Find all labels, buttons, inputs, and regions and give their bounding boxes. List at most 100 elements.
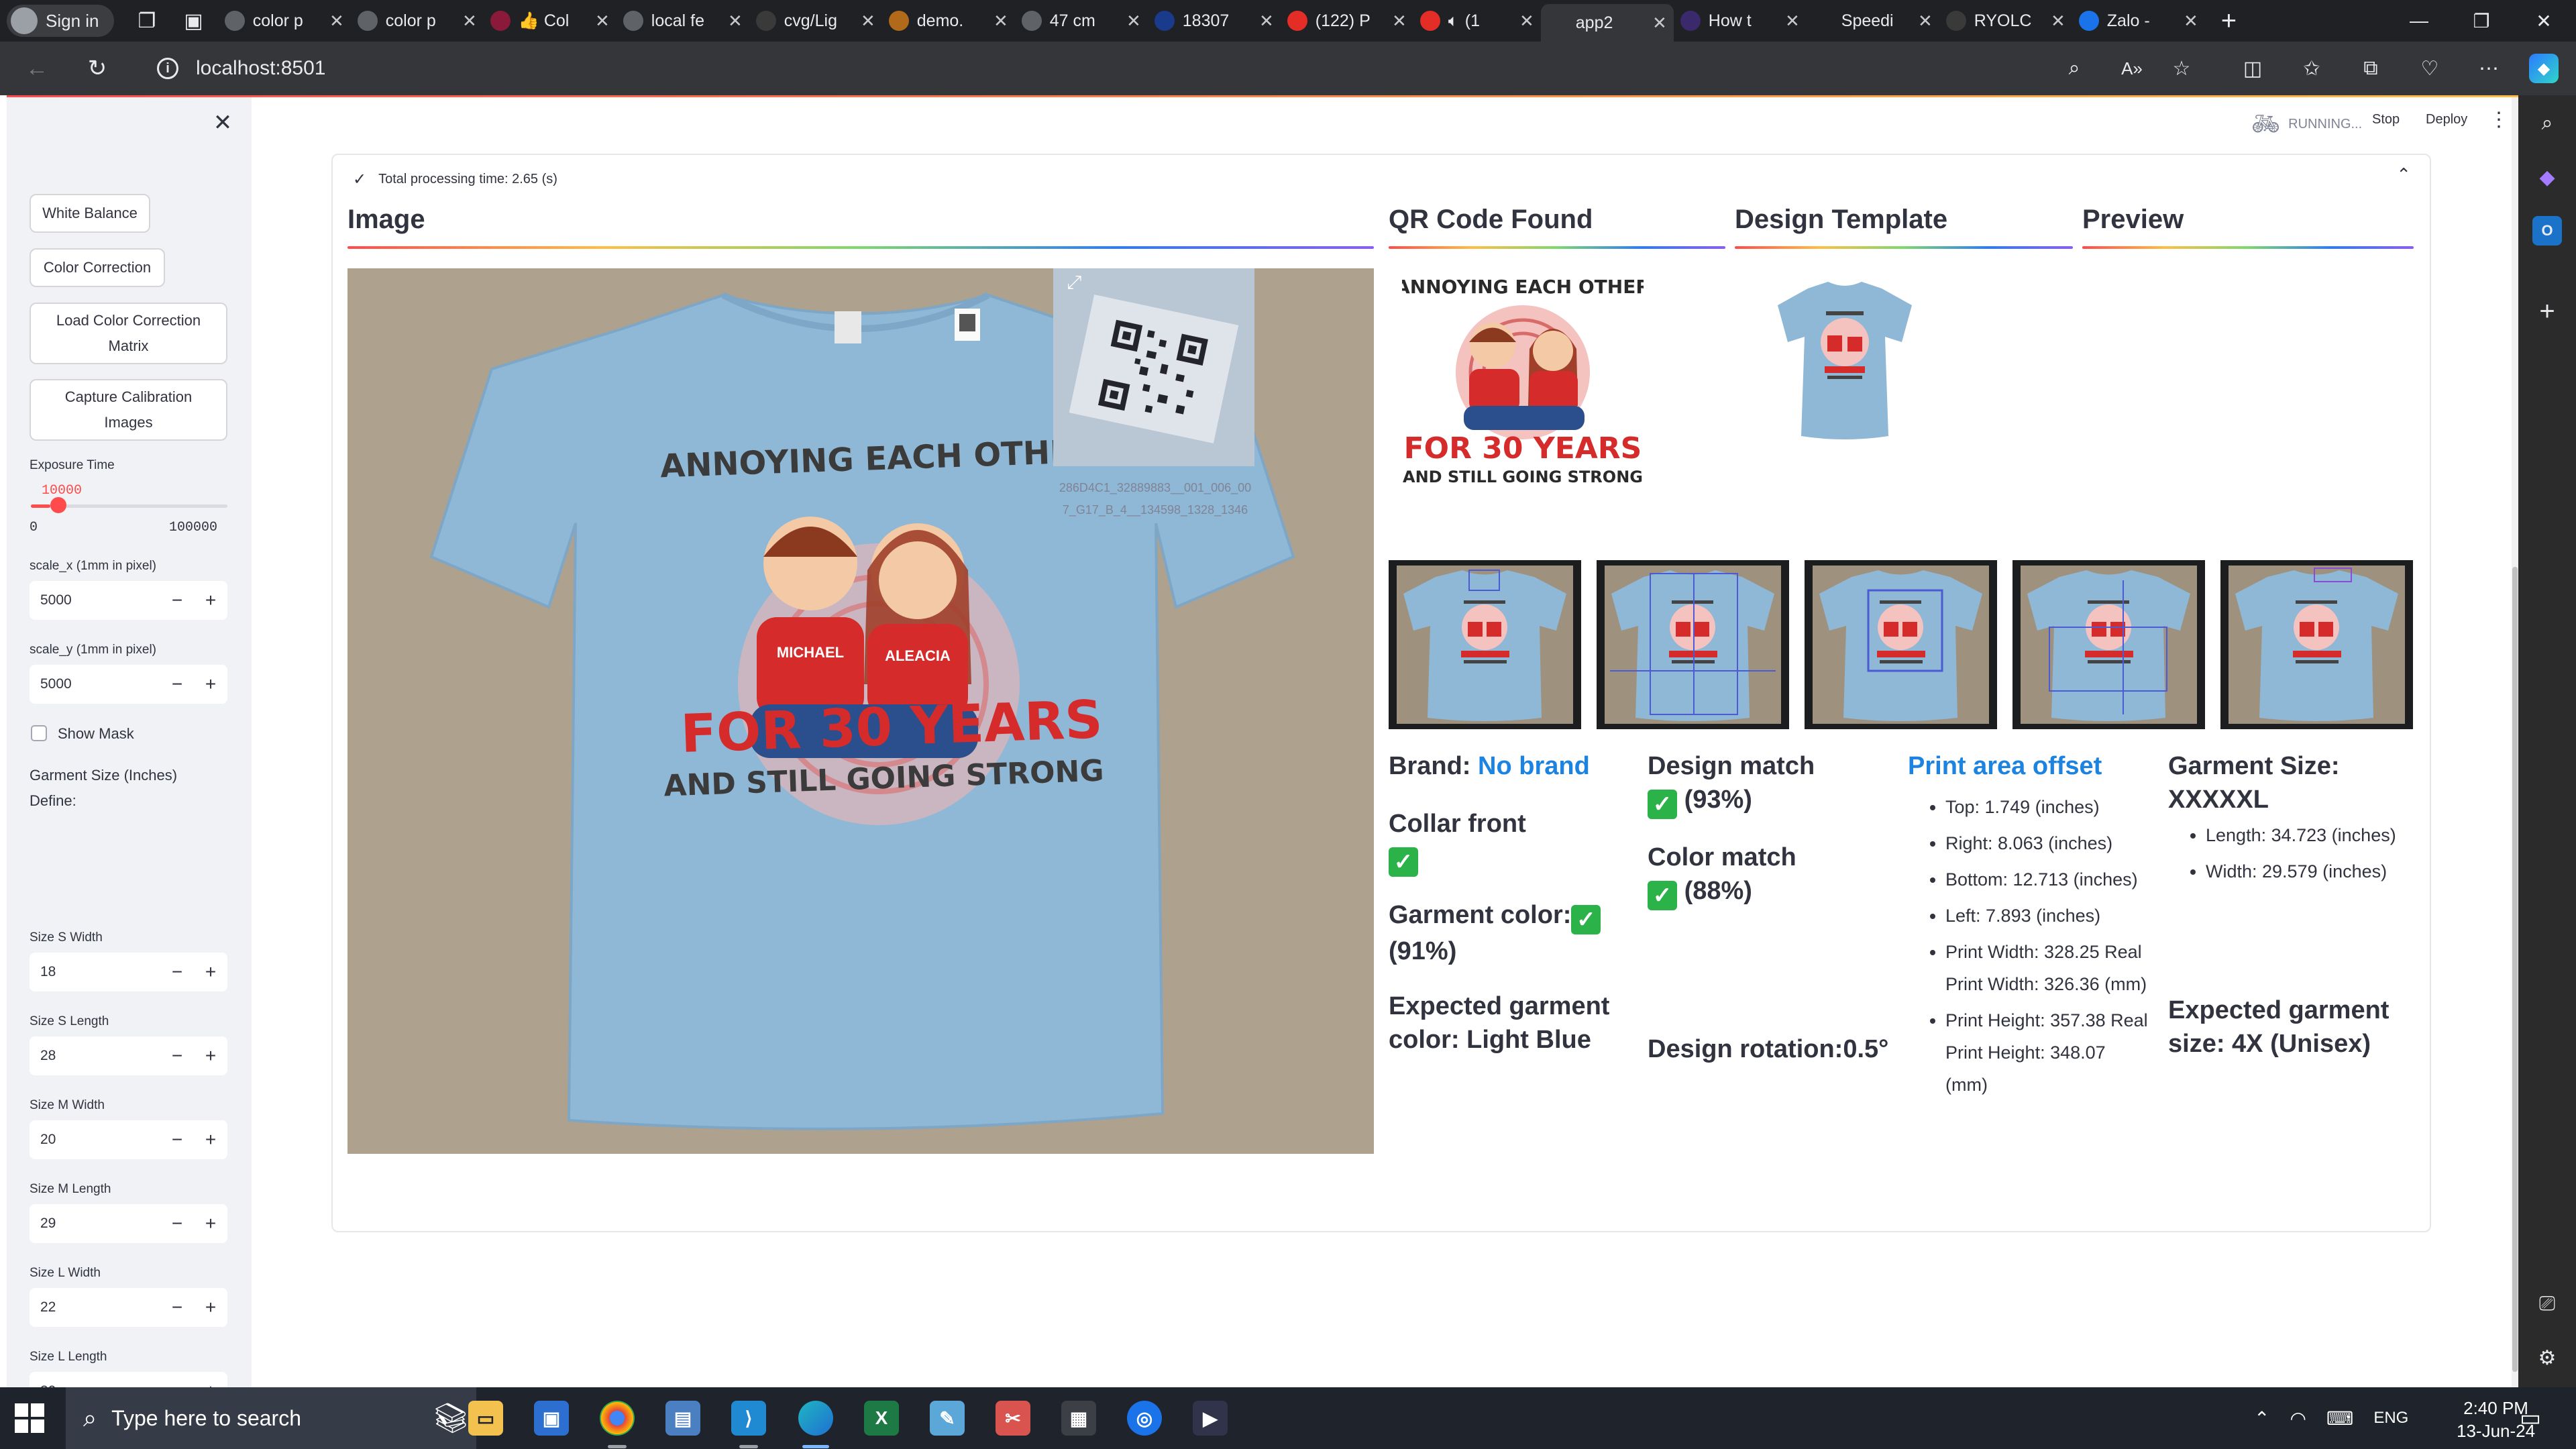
url-field[interactable]: i localhost:8501 bbox=[146, 48, 2145, 89]
size-number-input[interactable]: 30−+ bbox=[30, 1372, 227, 1387]
browser-tab[interactable]: local fe ✕ bbox=[616, 4, 749, 38]
tab-close-icon[interactable]: ✕ bbox=[1780, 11, 1800, 32]
zoom-icon[interactable]: ⌕ bbox=[2059, 54, 2089, 83]
color-correction-button[interactable]: Color Correction bbox=[30, 248, 165, 287]
size-number-input[interactable]: 28− + bbox=[30, 1036, 227, 1075]
browser-tab[interactable]: 👍 Col ✕ bbox=[484, 4, 616, 38]
favorites-icon[interactable]: ✩ bbox=[2297, 54, 2326, 83]
add-sidebar-app-icon[interactable]: + bbox=[2532, 297, 2562, 326]
tray-chevron-up-icon[interactable]: ⌃ bbox=[2254, 1407, 2269, 1430]
site-info-icon[interactable]: i bbox=[157, 58, 178, 79]
browser-tab[interactable]: app2 ✕ bbox=[1540, 4, 1674, 42]
back-icon[interactable]: ← bbox=[13, 45, 60, 92]
language-indicator[interactable]: ENG bbox=[2373, 1409, 2408, 1428]
size-decrement-button[interactable]: − bbox=[160, 953, 194, 991]
size-decrement-button[interactable]: − bbox=[160, 1372, 194, 1387]
zalo-icon[interactable]: ◎ bbox=[1127, 1401, 1162, 1436]
tab-close-icon[interactable]: ✕ bbox=[457, 11, 477, 32]
scale-x-value[interactable]: 5000 bbox=[30, 592, 160, 608]
size-number-value[interactable]: 29 bbox=[30, 1216, 160, 1232]
main-menu-icon[interactable]: ⋮ bbox=[2489, 108, 2509, 131]
tab-close-icon[interactable]: ✕ bbox=[2045, 11, 2065, 32]
browser-tab[interactable]: demo. ✕ bbox=[882, 4, 1015, 38]
browser-tab[interactable]: (122) P ✕ bbox=[1281, 4, 1413, 38]
browser-tab[interactable]: cvg/Lig ✕ bbox=[749, 4, 882, 38]
copilot-icon[interactable]: ◆ bbox=[2529, 54, 2559, 83]
browser-essentials-icon[interactable]: ♡ bbox=[2415, 54, 2445, 83]
exposure-slider-thumb[interactable] bbox=[50, 497, 67, 513]
scale-y-decrement-button[interactable]: − bbox=[160, 665, 194, 704]
size-decrement-button[interactable]: − bbox=[160, 1288, 194, 1327]
restore-icon[interactable]: ❐ bbox=[2452, 0, 2511, 42]
capture-calibration-images-button[interactable]: Capture Calibration Images bbox=[30, 379, 227, 441]
screenshot-icon[interactable]: ⎚ bbox=[2532, 1289, 2562, 1319]
size-increment-button[interactable]: + bbox=[194, 1204, 227, 1243]
size-number-input[interactable]: 18− + bbox=[30, 953, 227, 991]
show-mask-checkbox[interactable] bbox=[31, 725, 47, 741]
size-decrement-button[interactable]: − bbox=[160, 1120, 194, 1159]
collections-icon[interactable]: ⧉ bbox=[2356, 54, 2385, 83]
tab-close-icon[interactable]: ✕ bbox=[590, 11, 610, 32]
size-number-value[interactable]: 18 bbox=[30, 964, 160, 980]
store-icon[interactable]: ▣ bbox=[534, 1401, 569, 1436]
browser-tab[interactable]: color p ✕ bbox=[351, 4, 484, 38]
scale-x-input[interactable]: 5000 − + bbox=[30, 581, 227, 620]
speaker-icon[interactable]: 🔈︎ bbox=[1448, 11, 1458, 31]
page-scrollbar-thumb[interactable] bbox=[2512, 567, 2518, 1372]
browser-tab[interactable]: 🔈︎ (1 ✕ bbox=[1413, 4, 1541, 38]
scale-x-decrement-button[interactable]: − bbox=[160, 581, 194, 620]
browser-tab[interactable]: 18307 ✕ bbox=[1148, 4, 1281, 38]
snipping-tool-icon[interactable]: ✂ bbox=[996, 1401, 1030, 1436]
browser-tab[interactable]: Zalo - ✕ bbox=[2072, 4, 2205, 38]
sidebar-close-icon[interactable]: ✕ bbox=[208, 108, 237, 138]
scale-y-input[interactable]: 5000 − + bbox=[30, 665, 227, 704]
white-balance-button[interactable]: White Balance bbox=[30, 194, 150, 233]
profile-signin-button[interactable]: Sign in bbox=[7, 5, 114, 37]
more-menu-icon[interactable]: ⋯ bbox=[2474, 54, 2504, 83]
notepad-icon[interactable]: ✎ bbox=[930, 1401, 965, 1436]
tab-close-icon[interactable]: ✕ bbox=[324, 11, 344, 32]
terminal-icon[interactable]: ▶ bbox=[1193, 1401, 1228, 1436]
browser-tab[interactable]: How t ✕ bbox=[1674, 4, 1807, 38]
browser-tab[interactable]: color p ✕ bbox=[218, 4, 351, 38]
tab-close-icon[interactable]: ✕ bbox=[722, 11, 743, 32]
taskbar-search-box[interactable]: ⌕ Type here to search 📚︎ bbox=[66, 1387, 476, 1449]
tab-actions-icon[interactable]: ▣ bbox=[184, 9, 203, 33]
chevron-up-icon[interactable]: ⌃ bbox=[2396, 164, 2411, 185]
edge-icon[interactable] bbox=[798, 1401, 833, 1436]
tab-close-icon[interactable]: ✕ bbox=[1121, 11, 1141, 32]
load-color-correction-matrix-button[interactable]: Load Color Correction Matrix bbox=[30, 303, 227, 364]
tab-close-icon[interactable]: ✕ bbox=[1254, 11, 1274, 32]
search-icon[interactable]: ⌕ bbox=[2532, 109, 2562, 138]
size-number-input[interactable]: 29− + bbox=[30, 1204, 227, 1243]
deploy-button[interactable]: Deploy bbox=[2426, 112, 2467, 127]
size-number-input[interactable]: 22− + bbox=[30, 1288, 227, 1327]
scale-x-increment-button[interactable]: + bbox=[194, 581, 227, 620]
new-tab-icon[interactable]: + bbox=[2221, 6, 2237, 36]
page-scrollbar[interactable] bbox=[2512, 97, 2518, 1387]
favorite-star-icon[interactable]: ☆ bbox=[2167, 54, 2196, 83]
keyboard-icon[interactable]: ⌨ bbox=[2326, 1407, 2353, 1430]
size-increment-button[interactable]: + bbox=[194, 1372, 227, 1387]
reload-icon[interactable]: ↻ bbox=[74, 45, 121, 92]
tab-close-icon[interactable]: ✕ bbox=[1514, 11, 1534, 32]
size-increment-button[interactable]: + bbox=[194, 1120, 227, 1159]
notification-icon[interactable]: ▭ bbox=[2520, 1405, 2541, 1432]
tab-close-icon[interactable]: ✕ bbox=[988, 11, 1008, 32]
browser-tab[interactable]: RYOLC ✕ bbox=[1939, 4, 2072, 38]
sidebar-settings-icon[interactable]: ⚙ bbox=[2532, 1343, 2562, 1373]
size-decrement-button[interactable]: − bbox=[160, 1204, 194, 1243]
windows-start-icon[interactable] bbox=[15, 1403, 44, 1433]
tab-close-icon[interactable]: ✕ bbox=[2178, 11, 2198, 32]
browser-tab[interactable]: Speedi ✕ bbox=[1807, 4, 1939, 38]
excel-icon[interactable]: X bbox=[864, 1401, 899, 1436]
tab-close-icon[interactable]: ✕ bbox=[1913, 11, 1933, 32]
split-screen-icon[interactable]: ◫ bbox=[2238, 54, 2267, 83]
size-increment-button[interactable]: + bbox=[194, 953, 227, 991]
file-explorer-icon[interactable]: ▭ bbox=[468, 1401, 503, 1436]
tab-close-icon[interactable]: ✕ bbox=[1647, 13, 1667, 34]
size-number-value[interactable]: 28 bbox=[30, 1048, 160, 1064]
size-decrement-button[interactable]: − bbox=[160, 1036, 194, 1075]
size-number-value[interactable]: 22 bbox=[30, 1299, 160, 1316]
vscode-icon[interactable]: ⟩ bbox=[731, 1401, 766, 1436]
